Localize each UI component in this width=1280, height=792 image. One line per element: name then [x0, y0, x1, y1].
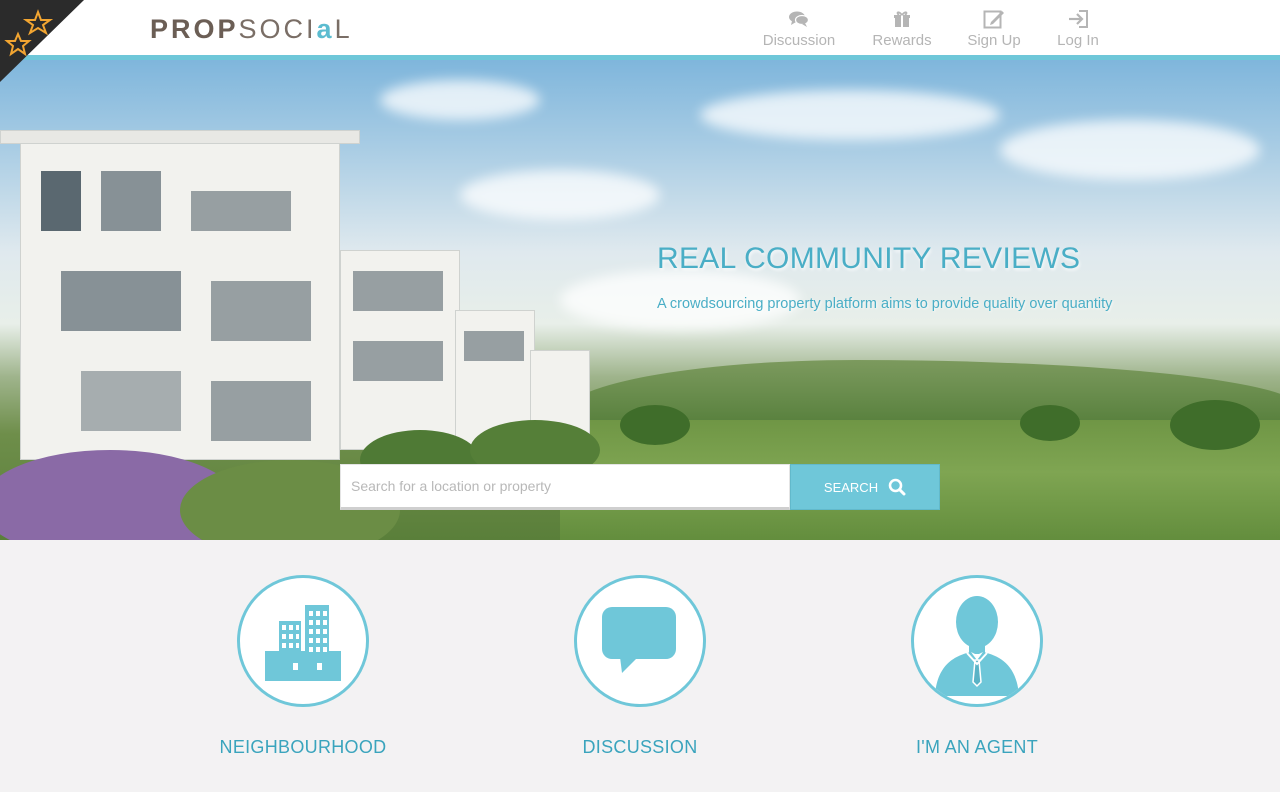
propsocial-logo[interactable]: PROP SOCI a L	[150, 12, 353, 46]
nav-log-in-label: Log In	[1057, 32, 1099, 49]
tree	[620, 405, 690, 445]
search-icon	[888, 478, 906, 496]
feature-agent[interactable]: I'M AN AGENT	[877, 575, 1077, 758]
gift-icon	[891, 8, 913, 30]
buildings-icon	[265, 605, 341, 681]
nav-sign-up-label: Sign Up	[967, 32, 1021, 49]
cloud	[380, 80, 540, 120]
feature-discussion-circle	[574, 575, 706, 707]
agent-person-icon	[935, 596, 1019, 696]
nav-log-in[interactable]: Log In	[1042, 8, 1114, 49]
feature-discussion[interactable]: DISCUSSION	[540, 575, 740, 758]
search-button[interactable]: SEARCH	[790, 464, 940, 510]
feature-discussion-label: DISCUSSION	[582, 737, 698, 757]
feature-neighbourhood[interactable]: NEIGHBOURHOOD	[203, 575, 403, 758]
hero-title: REAL COMMUNITY REVIEWS	[657, 242, 1081, 275]
logo-text-social: SOCI	[238, 13, 317, 44]
townhouse-building	[340, 250, 460, 450]
logo-a-mark: a	[316, 13, 335, 44]
search-input[interactable]	[340, 464, 790, 510]
nav-sign-up[interactable]: Sign Up	[946, 8, 1042, 49]
roof	[0, 130, 360, 144]
logo-text-prop: PROP	[150, 13, 239, 44]
nav-discussion[interactable]: Discussion	[740, 8, 858, 49]
tree	[1170, 400, 1260, 450]
stars-ribbon-icon	[0, 0, 84, 82]
top-header: PROP SOCI a L Discussion Rewards Sign Up	[0, 0, 1280, 82]
cloud	[1000, 120, 1260, 180]
search-button-label: SEARCH	[823, 479, 879, 495]
feature-agent-circle	[911, 575, 1043, 707]
tree	[1020, 405, 1080, 441]
feature-agent-label: I'M AN AGENT	[915, 737, 1039, 757]
edit-icon	[983, 8, 1005, 30]
cloud	[460, 170, 660, 220]
feature-neighbourhood-label: NEIGHBOURHOOD	[219, 737, 387, 757]
townhouse-building	[20, 140, 340, 460]
hero-subtitle: A crowdsourcing property platform aims t…	[657, 296, 1113, 312]
nav-discussion-label: Discussion	[762, 32, 836, 49]
speech-bubble-icon	[602, 607, 676, 673]
chat-bubbles-icon	[788, 8, 810, 30]
login-icon	[1067, 8, 1089, 30]
cloud	[700, 90, 1000, 140]
nav-rewards[interactable]: Rewards	[858, 8, 946, 49]
main-nav: Discussion Rewards Sign Up Log In	[740, 8, 1114, 49]
feature-neighbourhood-circle	[237, 575, 369, 707]
nav-rewards-label: Rewards	[872, 32, 932, 49]
logo-text-l: L	[334, 13, 353, 44]
